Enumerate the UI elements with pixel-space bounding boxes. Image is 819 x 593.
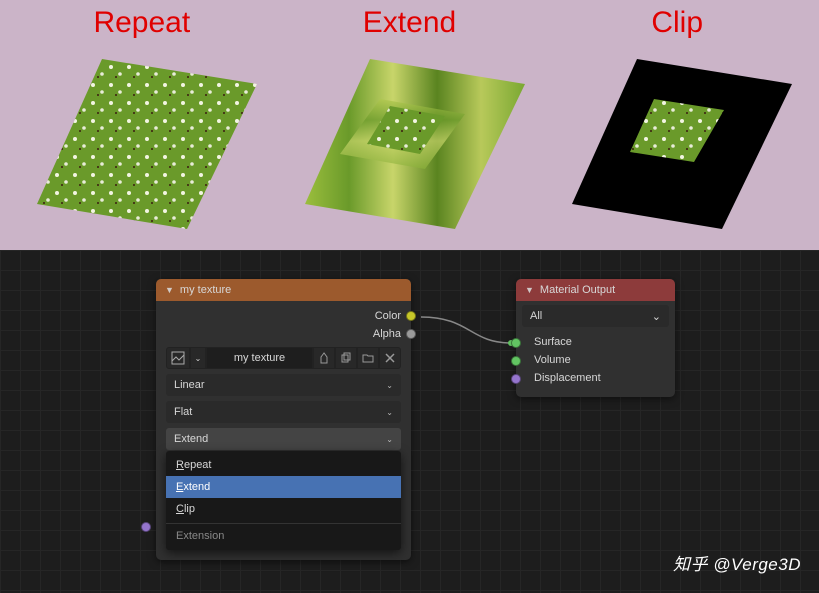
menu-item-clip[interactable]: Clip xyxy=(166,498,401,520)
input-surface: Surface xyxy=(526,333,665,351)
image-texture-node[interactable]: ▼ my texture Color Alpha ⌄ my texture xyxy=(156,279,411,560)
node-title: my texture xyxy=(180,284,231,296)
socket-volume[interactable] xyxy=(511,356,521,366)
menu-item-extend[interactable]: Extend xyxy=(166,476,401,498)
open-image-button[interactable] xyxy=(357,347,379,369)
input-volume: Volume xyxy=(526,351,665,369)
comparison-strip: Repeat Extend xyxy=(0,0,819,250)
image-browse-dropdown[interactable]: ⌄ xyxy=(190,347,206,369)
node-editor[interactable]: ▼ my texture Color Alpha ⌄ my texture xyxy=(0,250,819,593)
extension-dropdown[interactable]: Extend ⌄ xyxy=(166,428,401,450)
socket-color[interactable] xyxy=(406,311,416,321)
node-header-material[interactable]: ▼ Material Output xyxy=(516,279,675,301)
menu-item-repeat[interactable]: Repeat xyxy=(166,454,401,476)
mode-title-clip: Clip xyxy=(651,6,703,40)
node-header-texture[interactable]: ▼ my texture xyxy=(156,279,411,301)
output-alpha: Alpha xyxy=(166,325,401,343)
socket-surface[interactable] xyxy=(511,338,521,348)
input-displacement: Displacement xyxy=(526,369,665,387)
image-datablock-row: ⌄ my texture xyxy=(166,347,401,369)
chevron-down-icon: ⌄ xyxy=(386,381,393,390)
mode-title-extend: Extend xyxy=(363,6,456,40)
plane-repeat xyxy=(17,44,267,234)
watermark: 知乎 @Verge3D xyxy=(673,550,801,575)
image-name-field[interactable]: my texture xyxy=(206,347,313,369)
image-icon[interactable] xyxy=(166,347,190,369)
menu-footer: Extension xyxy=(166,523,401,544)
interpolation-dropdown[interactable]: Linear ⌄ xyxy=(166,374,401,396)
mode-clip: Clip xyxy=(543,0,811,250)
socket-vector[interactable] xyxy=(141,522,151,532)
output-color: Color xyxy=(166,307,401,325)
socket-alpha[interactable] xyxy=(406,329,416,339)
chevron-down-icon: ⌄ xyxy=(652,310,661,323)
socket-displacement[interactable] xyxy=(511,374,521,384)
mode-extend: Extend xyxy=(276,0,544,250)
chevron-down-icon: ⌄ xyxy=(386,435,393,444)
fake-user-button[interactable] xyxy=(313,347,335,369)
plane-extend xyxy=(285,44,535,234)
chevron-down-icon: ⌄ xyxy=(386,408,393,417)
projection-dropdown[interactable]: Flat ⌄ xyxy=(166,401,401,423)
node-title: Material Output xyxy=(540,284,615,296)
plane-clip xyxy=(552,44,802,234)
extension-menu: Repeat Extend Clip Extension xyxy=(166,451,401,550)
mode-repeat: Repeat xyxy=(8,0,276,250)
target-dropdown[interactable]: All ⌄ xyxy=(522,305,669,327)
material-output-node[interactable]: ▼ Material Output All ⌄ Surface Volume D… xyxy=(516,279,675,397)
unlink-image-button[interactable] xyxy=(379,347,401,369)
collapse-icon[interactable]: ▼ xyxy=(525,285,534,295)
new-image-button[interactable] xyxy=(335,347,357,369)
mode-title-repeat: Repeat xyxy=(93,6,190,40)
collapse-icon[interactable]: ▼ xyxy=(165,285,174,295)
